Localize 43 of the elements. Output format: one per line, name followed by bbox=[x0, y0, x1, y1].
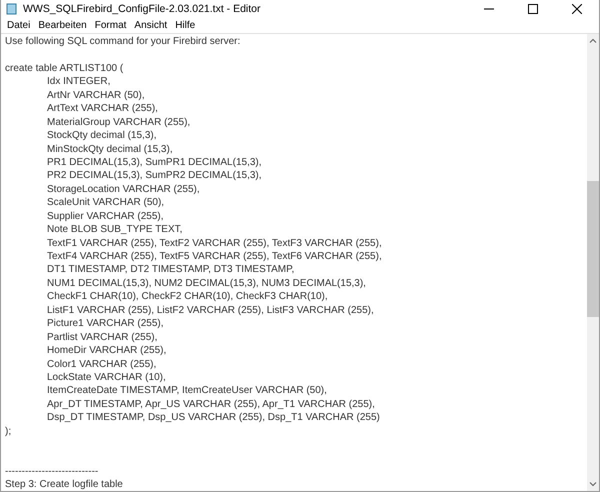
text-line: MaterialGroup VARCHAR (255), bbox=[47, 116, 190, 128]
text-line: Dsp_DT TIMESTAMP, Dsp_US VARCHAR (255), Dsp_T1 VARCHAR (255) bbox=[47, 412, 380, 424]
text-line: NUM1 DECIMAL(15,3), NUM2 DECIMAL(15,3), NUM3 DECIMAL(15,3), bbox=[47, 278, 366, 289]
text-line: Note BLOB SUB_TYPE TEXT, bbox=[47, 224, 182, 236]
text-line: Idx INTEGER, bbox=[47, 76, 110, 88]
text-line: Supplier VARCHAR (255), bbox=[47, 210, 164, 222]
text-line: CheckF1 CHAR(10), CheckF2 CHAR(10), CheckF3 CHAR(10), bbox=[47, 291, 328, 302]
text-line: StorageLocation VARCHAR (255), bbox=[47, 184, 200, 195]
text-line: Color1 VARCHAR (255), bbox=[47, 358, 156, 370]
close-icon bbox=[572, 4, 582, 14]
text-line: DT1 TIMESTAMP, DT2 TIMESTAMP, DT3 TIMESTAMP, bbox=[47, 264, 294, 276]
text-line: HomeDir VARCHAR (255), bbox=[47, 345, 166, 356]
menu-item[interactable]: Hilfe bbox=[171, 18, 200, 33]
menu-item[interactable]: Ansicht bbox=[130, 18, 172, 33]
notepad-icon bbox=[6, 3, 17, 15]
text-line: PR1 DECIMAL(15,3), SumPR1 DECIMAL(15,3), bbox=[47, 156, 262, 168]
menu-item[interactable]: Format bbox=[90, 18, 130, 33]
text-line: MinStockQty decimal (15,3), bbox=[47, 144, 173, 154]
scrollbar-thumb[interactable] bbox=[587, 181, 599, 317]
text-line: create table ARTLIST100 ( bbox=[5, 62, 124, 74]
text-line: ScaleUnit VARCHAR (50), bbox=[47, 197, 164, 208]
menu-item[interactable]: Bearbeiten bbox=[34, 18, 91, 33]
scroll-down-icon[interactable] bbox=[589, 480, 597, 488]
text-line: ---------------------------- bbox=[5, 466, 98, 477]
text-line: LockState VARCHAR (10), bbox=[47, 372, 166, 383]
text-line: ListF1 VARCHAR (255), ListF2 VARCHAR (255), ListF3 VARCHAR (255), bbox=[47, 304, 374, 316]
text-line: StockQty decimal (15,3), bbox=[47, 130, 156, 142]
window-title: WWS_SQLFirebird_ConfigFile-2.03.021.txt - Editor bbox=[23, 3, 262, 15]
maximize-icon bbox=[528, 4, 538, 14]
menu-item[interactable]: Datei bbox=[3, 18, 34, 33]
text-line: TextF1 VARCHAR (255), TextF2 VARCHAR (255), TextF3 VARCHAR (255), bbox=[47, 238, 382, 249]
text-line: ArtNr VARCHAR (50), bbox=[47, 90, 145, 101]
scroll-up-icon[interactable] bbox=[589, 37, 597, 45]
text-line: ArtText VARCHAR (255), bbox=[47, 103, 158, 114]
text-line: Use following SQL command for your Firebird server: bbox=[5, 36, 240, 47]
text-line: PR2 DECIMAL(15,3), SumPR2 DECIMAL(15,3), bbox=[47, 170, 262, 182]
text-line: TextF4 VARCHAR (255), TextF5 VARCHAR (255), TextF6 VARCHAR (255), bbox=[47, 251, 382, 262]
text-line: ); bbox=[5, 426, 12, 437]
text-line: Apr_DT TIMESTAMP, Apr_US VARCHAR (255), Apr_T1 VARCHAR (255), bbox=[47, 398, 375, 410]
text-line: Partlist VARCHAR (255), bbox=[47, 332, 158, 343]
text-line: ItemCreateDate TIMESTAMP, ItemCreateUser VARCHAR (50), bbox=[47, 385, 327, 396]
text-line: Step 3: Create logfile table bbox=[5, 479, 123, 490]
text-line: Picture1 VARCHAR (255), bbox=[47, 318, 164, 330]
